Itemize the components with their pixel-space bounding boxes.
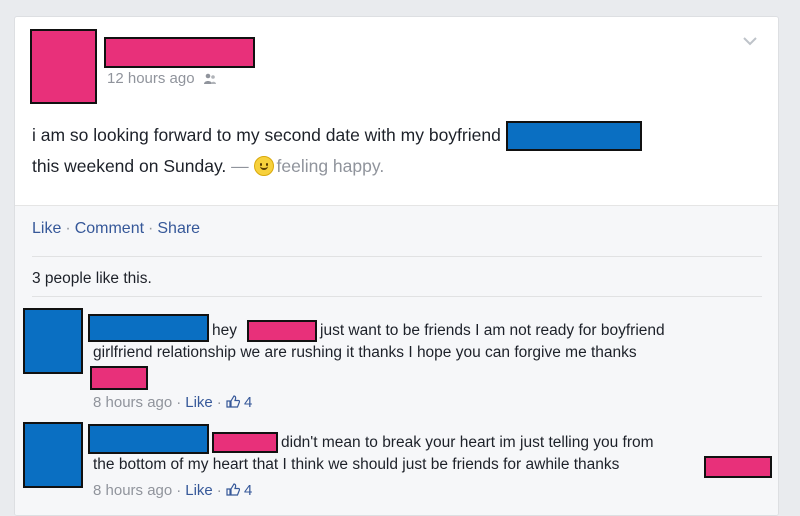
redacted-mention — [212, 432, 278, 453]
redacted-author-name — [104, 37, 255, 68]
smiley-icon — [253, 156, 274, 177]
divider — [32, 296, 762, 297]
post-body: i am so looking forward to my second dat… — [32, 120, 732, 181]
comment-text: didn't mean to break your heart im just … — [281, 434, 654, 451]
redacted-mention — [90, 366, 148, 390]
redacted-tagged-name — [505, 121, 642, 152]
redacted-mention — [247, 320, 317, 342]
post-card: 12 hours ago i am so looking forward to … — [14, 16, 779, 516]
feeling-dash: — — [226, 156, 254, 177]
post-text-line1: i am so looking forward to my second dat… — [32, 125, 501, 145]
post-actions: Like · Comment · Share — [32, 220, 200, 238]
post-timestamp[interactable]: 12 hours ago — [107, 70, 195, 87]
redacted-commenter-avatar — [23, 308, 83, 374]
likes-summary[interactable]: 3 people like this. — [32, 270, 152, 288]
comment-meta: 8 hours ago · Like · 4 — [93, 394, 253, 411]
like-link[interactable]: Like — [32, 220, 61, 237]
feeling-text: feeling happy. — [276, 156, 385, 177]
comment-text: girlfriend relationship we are rushing i… — [93, 344, 637, 361]
comment-timestamp[interactable]: 8 hours ago — [93, 394, 172, 411]
redacted-avatar — [30, 29, 97, 104]
comment-text: the bottom of my heart that I think we s… — [93, 456, 620, 473]
chevron-down-icon[interactable] — [743, 35, 757, 49]
comment-like-link[interactable]: Like — [185, 482, 213, 499]
thumbs-up-icon — [226, 395, 240, 408]
comment-like-count[interactable]: 4 — [244, 394, 252, 411]
comment-link[interactable]: Comment — [75, 220, 144, 237]
comment-timestamp[interactable]: 8 hours ago — [93, 482, 172, 499]
redacted-commenter-name — [88, 424, 209, 454]
comment-text: just want to be friends I am not ready f… — [320, 322, 665, 339]
comment-meta: 8 hours ago · Like · 4 — [93, 482, 253, 499]
post-meta: 12 hours ago — [107, 70, 217, 87]
redacted-commenter-name — [88, 314, 209, 342]
divider — [32, 256, 762, 257]
action-separator: · — [65, 220, 71, 237]
share-link[interactable]: Share — [157, 220, 200, 237]
thumbs-up-icon — [226, 483, 240, 496]
post-footer: Like · Comment · Share 3 people like this. h… — [15, 205, 778, 515]
redacted-mention — [704, 456, 772, 478]
action-separator: · — [148, 220, 154, 237]
comment-text: hey — [212, 322, 237, 339]
post-text-line2: this weekend on Sunday. — [32, 156, 227, 177]
friends-icon[interactable] — [203, 73, 217, 85]
redacted-commenter-avatar — [23, 422, 83, 488]
comment-like-link[interactable]: Like — [185, 394, 213, 411]
comment-like-count[interactable]: 4 — [244, 482, 252, 499]
